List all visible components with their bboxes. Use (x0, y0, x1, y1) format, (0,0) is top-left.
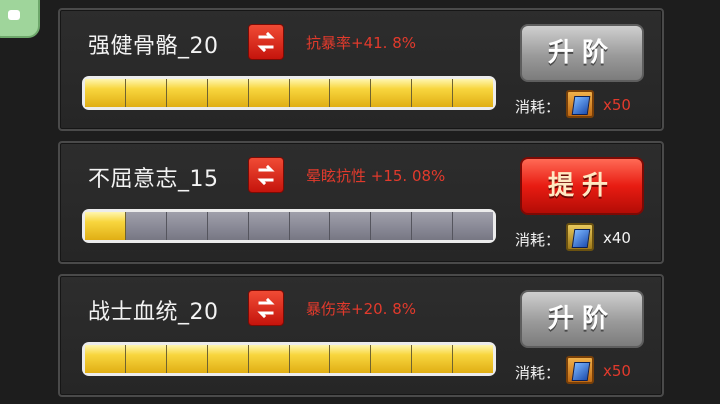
orange-book-icon (566, 90, 594, 118)
blue-book-icon (566, 223, 594, 251)
orange-book-icon (566, 356, 594, 384)
progress-segment-empty (371, 212, 413, 240)
progress-segment-filled (207, 79, 249, 107)
skill-panel-2: 不屈意志_15 晕眩抗性 +15. 08% 提升 消耗： x40 (58, 141, 664, 264)
chat-app-icon[interactable] (0, 0, 40, 38)
progress-segment-empty (207, 212, 249, 240)
progress-segment-filled (330, 345, 372, 373)
progress-segment-filled (248, 345, 290, 373)
cost-quantity: x50 (603, 362, 631, 380)
progress-segment-filled (125, 345, 167, 373)
progress-segment-filled (166, 345, 208, 373)
progress-segment-filled (412, 79, 454, 107)
swap-arrows-icon[interactable] (248, 290, 284, 326)
progress-segment-filled (412, 345, 454, 373)
skill-progress-bar (82, 76, 496, 110)
skill-panel-3: 战士血统_20 暴伤率+20. 8% 升阶 消耗： x50 (58, 274, 664, 397)
progress-segment-filled (85, 345, 126, 373)
skill-progress-bar (82, 342, 496, 376)
progress-segment-empty (453, 212, 494, 240)
progress-segment-empty (330, 212, 372, 240)
cost-label: 消耗： (515, 98, 561, 116)
progress-segment-filled (207, 345, 249, 373)
cost-label: 消耗： (515, 231, 561, 249)
progress-segment-filled (85, 79, 126, 107)
skill-name: 战士血统_20 (88, 300, 219, 325)
progress-segment-filled (371, 79, 413, 107)
progress-segment-filled (453, 79, 494, 107)
progress-segment-filled (85, 212, 126, 240)
skill-name: 不屈意志_15 (88, 167, 219, 192)
upgrade-button[interactable]: 提升 (520, 157, 644, 215)
progress-segment-filled (453, 345, 494, 373)
progress-segment-empty (125, 212, 167, 240)
swap-arrows-icon[interactable] (248, 24, 284, 60)
skill-effect: 暴伤率+20. 8% (306, 300, 416, 318)
progress-segment-filled (289, 79, 331, 107)
progress-segment-filled (289, 345, 331, 373)
cost-quantity: x40 (603, 229, 631, 247)
progress-segment-filled (330, 79, 372, 107)
skill-effect: 抗暴率+41. 8% (306, 34, 416, 52)
progress-segment-filled (371, 345, 413, 373)
progress-segment-empty (412, 212, 454, 240)
progress-segment-empty (289, 212, 331, 240)
progress-segment-empty (166, 212, 208, 240)
skill-name: 强健骨骼_20 (88, 34, 219, 59)
progress-segment-filled (248, 79, 290, 107)
skill-panel-1: 强健骨骼_20 抗暴率+41. 8% 升阶 消耗： x50 (58, 8, 664, 131)
progress-segment-empty (248, 212, 290, 240)
skill-progress-bar (82, 209, 496, 243)
cost-quantity: x50 (603, 96, 631, 114)
advance-button[interactable]: 升阶 (520, 290, 644, 348)
cost-label: 消耗： (515, 364, 561, 382)
advance-button[interactable]: 升阶 (520, 24, 644, 82)
progress-segment-filled (166, 79, 208, 107)
progress-segment-filled (125, 79, 167, 107)
skill-effect: 晕眩抗性 +15. 08% (306, 167, 446, 185)
swap-arrows-icon[interactable] (248, 157, 284, 193)
